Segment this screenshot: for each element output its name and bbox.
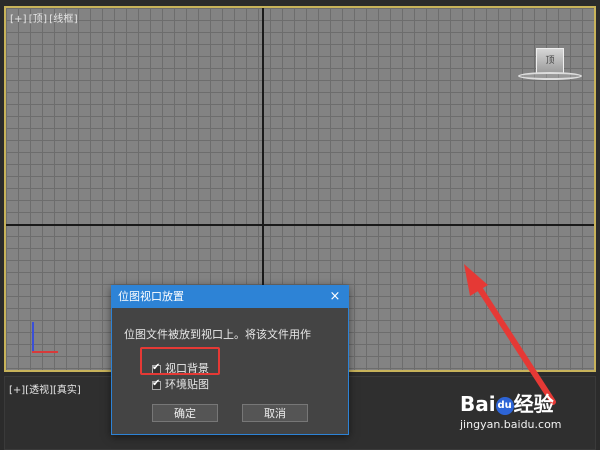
axis-gizmo-icon — [26, 320, 66, 362]
viewport-label[interactable]: [+] [顶] [线框] — [10, 10, 80, 25]
watermark-logo-text-2: 经验 — [513, 392, 554, 416]
checkbox-label: 环境贴图 — [165, 378, 209, 391]
baidu-jingyan-watermark: Bai du经验 jingyan.baidu.com — [460, 388, 596, 444]
3dsmax-workspace: [+] [顶] [线框] 顶 [+][透视][真实] 位图视口放置 × 位图文件被放… — [0, 0, 600, 450]
viewcube-face[interactable]: 顶 — [536, 48, 564, 74]
dialog-title: 位图视口放置 — [118, 290, 184, 303]
watermark-url: jingyan.baidu.com — [460, 418, 562, 431]
close-icon[interactable]: × — [328, 286, 342, 308]
viewcube[interactable]: 顶 — [514, 44, 590, 84]
viewcube-ring[interactable] — [518, 72, 582, 80]
checkbox-icon[interactable] — [152, 378, 161, 390]
watermark-logo-text-1: Bai — [460, 392, 496, 416]
red-highlight-box — [140, 347, 220, 375]
checkbox-environment-map[interactable]: 环境贴图 — [152, 376, 209, 392]
dialog-message: 位图文件被放到视口上。将该文件用作 — [124, 328, 311, 341]
viewport-shading-label-bottom[interactable]: [真实] — [53, 385, 81, 396]
baidu-paw-icon: du — [495, 396, 514, 415]
viewport-view-label[interactable]: [顶] — [29, 14, 47, 25]
viewport-menu-plus[interactable]: [+] — [10, 14, 27, 25]
cancel-button[interactable]: 取消 — [242, 404, 308, 422]
x-axis-line — [32, 351, 58, 353]
viewport-axis-horizontal — [6, 224, 594, 226]
viewport-menu-plus-bottom[interactable]: [+] — [9, 385, 25, 396]
viewport-shading-label[interactable]: [线框] — [49, 14, 78, 25]
watermark-logo: Bai du经验 — [460, 388, 554, 417]
viewport-view-label-bottom[interactable]: [透视] — [25, 385, 53, 396]
viewport-label-bottom[interactable]: [+][透视][真实] — [9, 381, 81, 396]
z-axis-line — [32, 322, 34, 352]
ok-button[interactable]: 确定 — [152, 404, 218, 422]
dialog-title-bar[interactable]: 位图视口放置 × — [112, 286, 348, 308]
